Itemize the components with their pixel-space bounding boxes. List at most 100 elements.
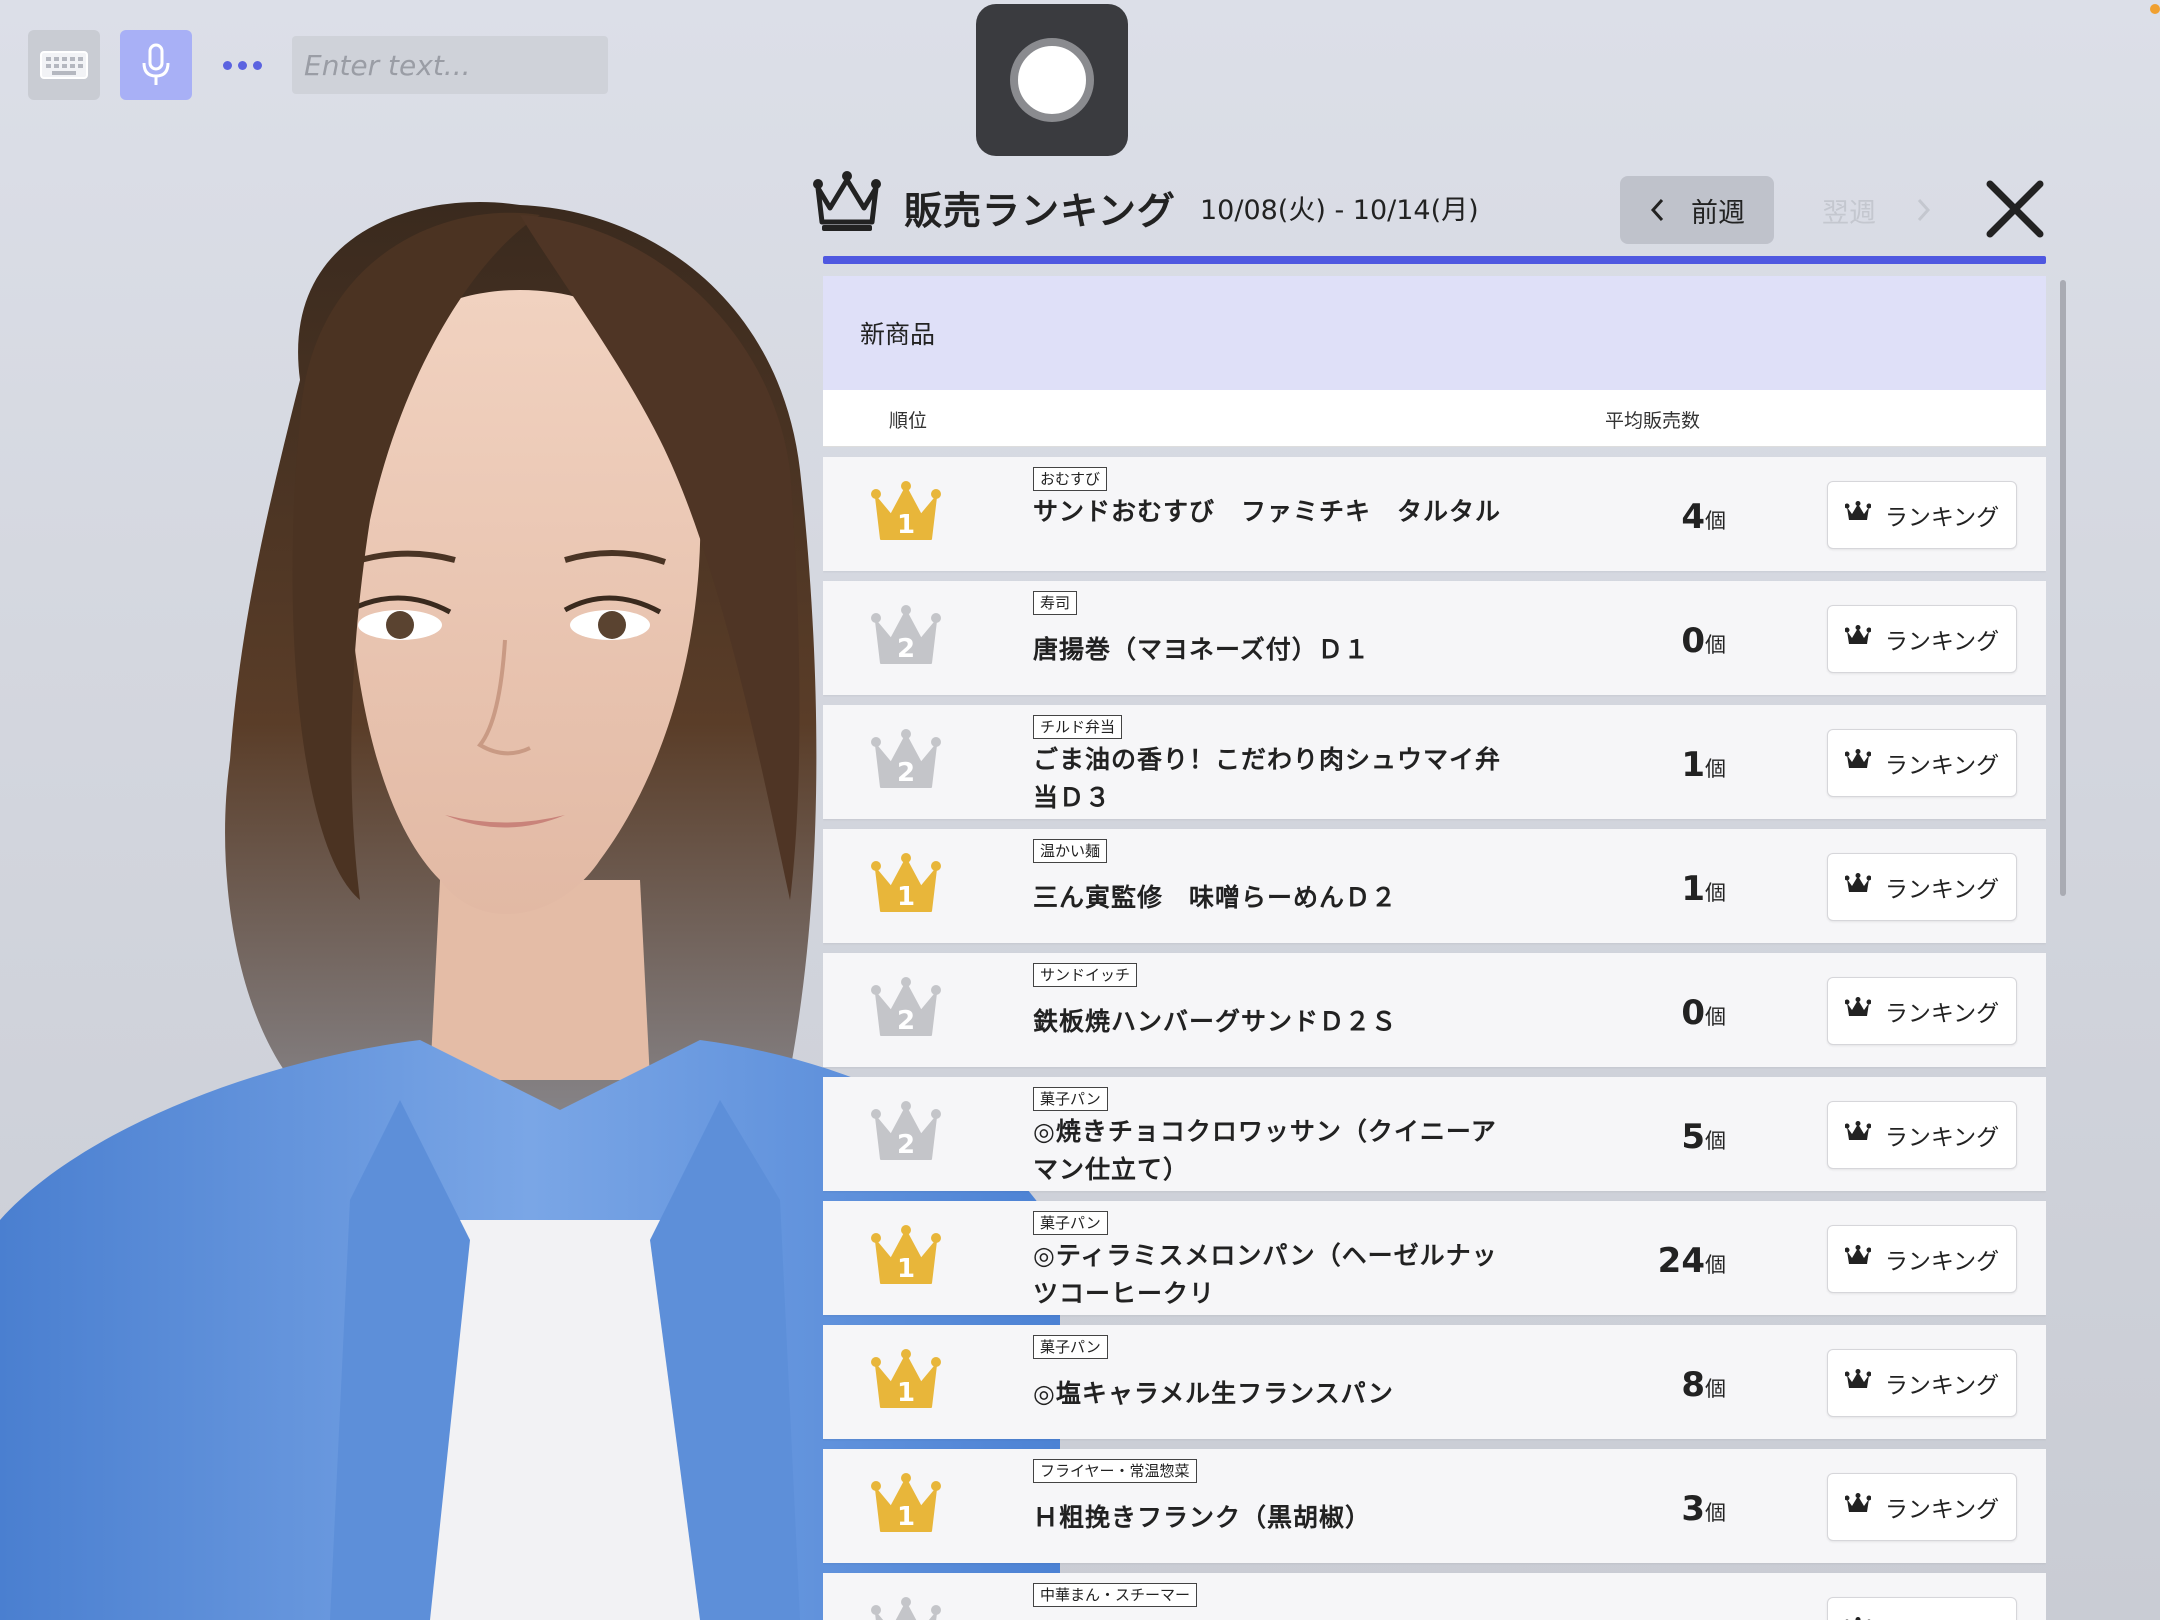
average-sales: 1個 [1681,745,1726,785]
unit-label: 個 [1705,757,1726,781]
table-row: 1 温かい麺 三ん寅監修 味噌らーめんＤ２ 1個 ランキング [823,829,2046,943]
ranking-button-label: ランキング [1884,1373,2000,1399]
keyboard-icon [40,51,88,79]
chevron-left-icon [1650,198,1664,222]
ranking-button[interactable]: ランキング [1827,481,2017,549]
average-sales: 0個 [1681,993,1726,1033]
column-header: 順位 平均販売数 [823,390,2046,447]
microphone-button[interactable] [120,30,192,100]
ranking-button-label: ランキング [1884,1249,2000,1275]
ranking-button-label: ランキング [1884,1001,2000,1027]
text-input[interactable] [292,36,608,94]
svg-text:1: 1 [897,1502,915,1532]
average-sales-value: 0 [1681,621,1705,661]
table-row: 中華まん・スチーマー ランキング [823,1573,2046,1620]
rank-crown-icon: 2 [871,977,941,1041]
average-sales-value: 0 [1681,993,1705,1033]
table-row: 2 菓子パン ◎焼きチョコクロワッサン（クイニーアマン仕立て） 5個 ランキング [823,1077,2046,1191]
ranking-button[interactable]: ランキング [1827,1225,2017,1293]
ranking-button-label: ランキング [1884,1125,2000,1151]
product-name: サンドおむすび ファミチキ タルタル [1033,497,1502,526]
top-toolbar [28,30,608,100]
svg-text:1: 1 [897,882,915,912]
average-sales: 8個 [1681,1365,1726,1405]
category-tag: サンドイッチ [1033,963,1138,987]
next-week-button[interactable]: 翌週 [1812,176,1942,244]
average-sales: 5個 [1681,1117,1726,1157]
product-name: ごま油の香り！こだわり肉シュウマイ弁当Ｄ３ [1033,745,1502,812]
prev-week-label: 前週 [1691,197,1745,229]
rank-crown-icon: 2 [871,1101,941,1165]
ranking-button-label: ランキング [1884,753,2000,779]
average-sales: 0個 [1681,621,1726,661]
svg-text:1: 1 [897,1254,915,1284]
ranking-list[interactable]: 新商品 順位 平均販売数 1 おむすび サンドおむすび ファミチキ タルタル 4… [823,276,2046,1620]
crown-icon [813,171,881,231]
scrollbar[interactable] [2060,280,2066,896]
category-header: 新商品 [823,276,2046,390]
table-row: 1 フライヤー・常温惣菜 Ｈ粗挽きフランク（黒胡椒） 3個 ランキング [823,1449,2046,1563]
next-week-label: 翌週 [1822,197,1876,229]
table-row: 1 菓子パン ◎塩キャラメル生フランスパン 8個 ランキング [823,1325,2046,1439]
svg-text:2: 2 [897,758,915,788]
crown-icon [1844,997,1872,1025]
average-sales: 3個 [1681,1489,1726,1529]
ranking-button[interactable]: ランキング [1827,1349,2017,1417]
unit-label: 個 [1705,633,1726,657]
ranking-button[interactable]: ランキング [1827,977,2017,1045]
unit-label: 個 [1705,509,1726,533]
unit-label: 個 [1705,881,1726,905]
crown-icon [1844,1245,1872,1273]
status-indicator [2150,4,2160,14]
ranking-button[interactable]: ランキング [1827,605,2017,673]
table-row: 2 寿司 唐揚巻（マヨネーズ付）Ｄ１ 0個 ランキング [823,581,2046,695]
category-tag: 中華まん・スチーマー [1033,1583,1198,1607]
crown-icon [1844,1121,1872,1149]
ranking-button[interactable]: ランキング [1827,1101,2017,1169]
rank-crown-icon: 1 [871,481,941,545]
average-sales-value: 5 [1681,1117,1705,1157]
average-sales-value: 1 [1681,869,1705,909]
microphone-icon [142,43,170,85]
product-name: ◎焼きチョコクロワッサン（クイニーアマン仕立て） [1033,1117,1497,1184]
table-row: 2 サンドイッチ 鉄板焼ハンバーグサンドＤ２Ｓ 0個 ランキング [823,953,2046,1067]
chevron-right-icon [1917,198,1931,222]
ranking-button[interactable]: ランキング [1827,729,2017,797]
more-dots-icon[interactable] [212,60,272,70]
rank-crown-icon: 2 [871,605,941,669]
table-row: 1 菓子パン ◎ティラミスメロンパン（ヘーゼルナッツコーヒークリ 24個 ランキ… [823,1201,2046,1315]
product-name: ◎塩キャラメル生フランスパン [1033,1379,1394,1408]
table-row: 1 おむすび サンドおむすび ファミチキ タルタル 4個 ランキング [823,457,2046,571]
crown-icon [1844,873,1872,901]
average-sales-value: 3 [1681,1489,1705,1529]
record-button[interactable] [976,4,1128,156]
rank-crown-icon: 1 [871,1349,941,1413]
unit-label: 個 [1705,1377,1726,1401]
category-tag: 菓子パン [1033,1087,1108,1111]
product-name: 唐揚巻（マヨネーズ付）Ｄ１ [1033,635,1370,664]
average-sales: 4個 [1681,497,1726,537]
product-name: 三ん寅監修 味噌らーめんＤ２ [1033,883,1398,912]
close-icon[interactable] [1980,174,2050,244]
crown-icon [1844,625,1872,653]
category-tag: 菓子パン [1033,1211,1108,1235]
ranking-button[interactable]: ランキング [1827,1597,2017,1620]
ranking-button[interactable]: ランキング [1827,1473,2017,1541]
category-tag: 温かい麺 [1033,839,1108,863]
unit-label: 個 [1705,1005,1726,1029]
keyboard-button[interactable] [28,30,100,100]
crown-icon [1844,1369,1872,1397]
average-sales-value: 8 [1681,1365,1705,1405]
header-divider [823,256,2046,264]
prev-week-button[interactable]: 前週 [1620,176,1774,244]
ranking-button[interactable]: ランキング [1827,853,2017,921]
crown-icon [1844,749,1872,777]
average-sales-value: 4 [1681,497,1705,537]
product-name: Ｈ粗挽きフランク（黒胡椒） [1033,1503,1372,1532]
product-name: 鉄板焼ハンバーグサンドＤ２Ｓ [1033,1007,1398,1036]
date-range: 10/08(火) - 10/14(月) [1200,195,1479,226]
category-tag: フライヤー・常温惣菜 [1033,1459,1197,1483]
category-tag: おむすび [1033,467,1108,491]
ranking-button-label: ランキング [1885,1614,1999,1620]
ranking-rows: 1 おむすび サンドおむすび ファミチキ タルタル 4個 ランキング 2 寿司 … [823,457,2046,1620]
